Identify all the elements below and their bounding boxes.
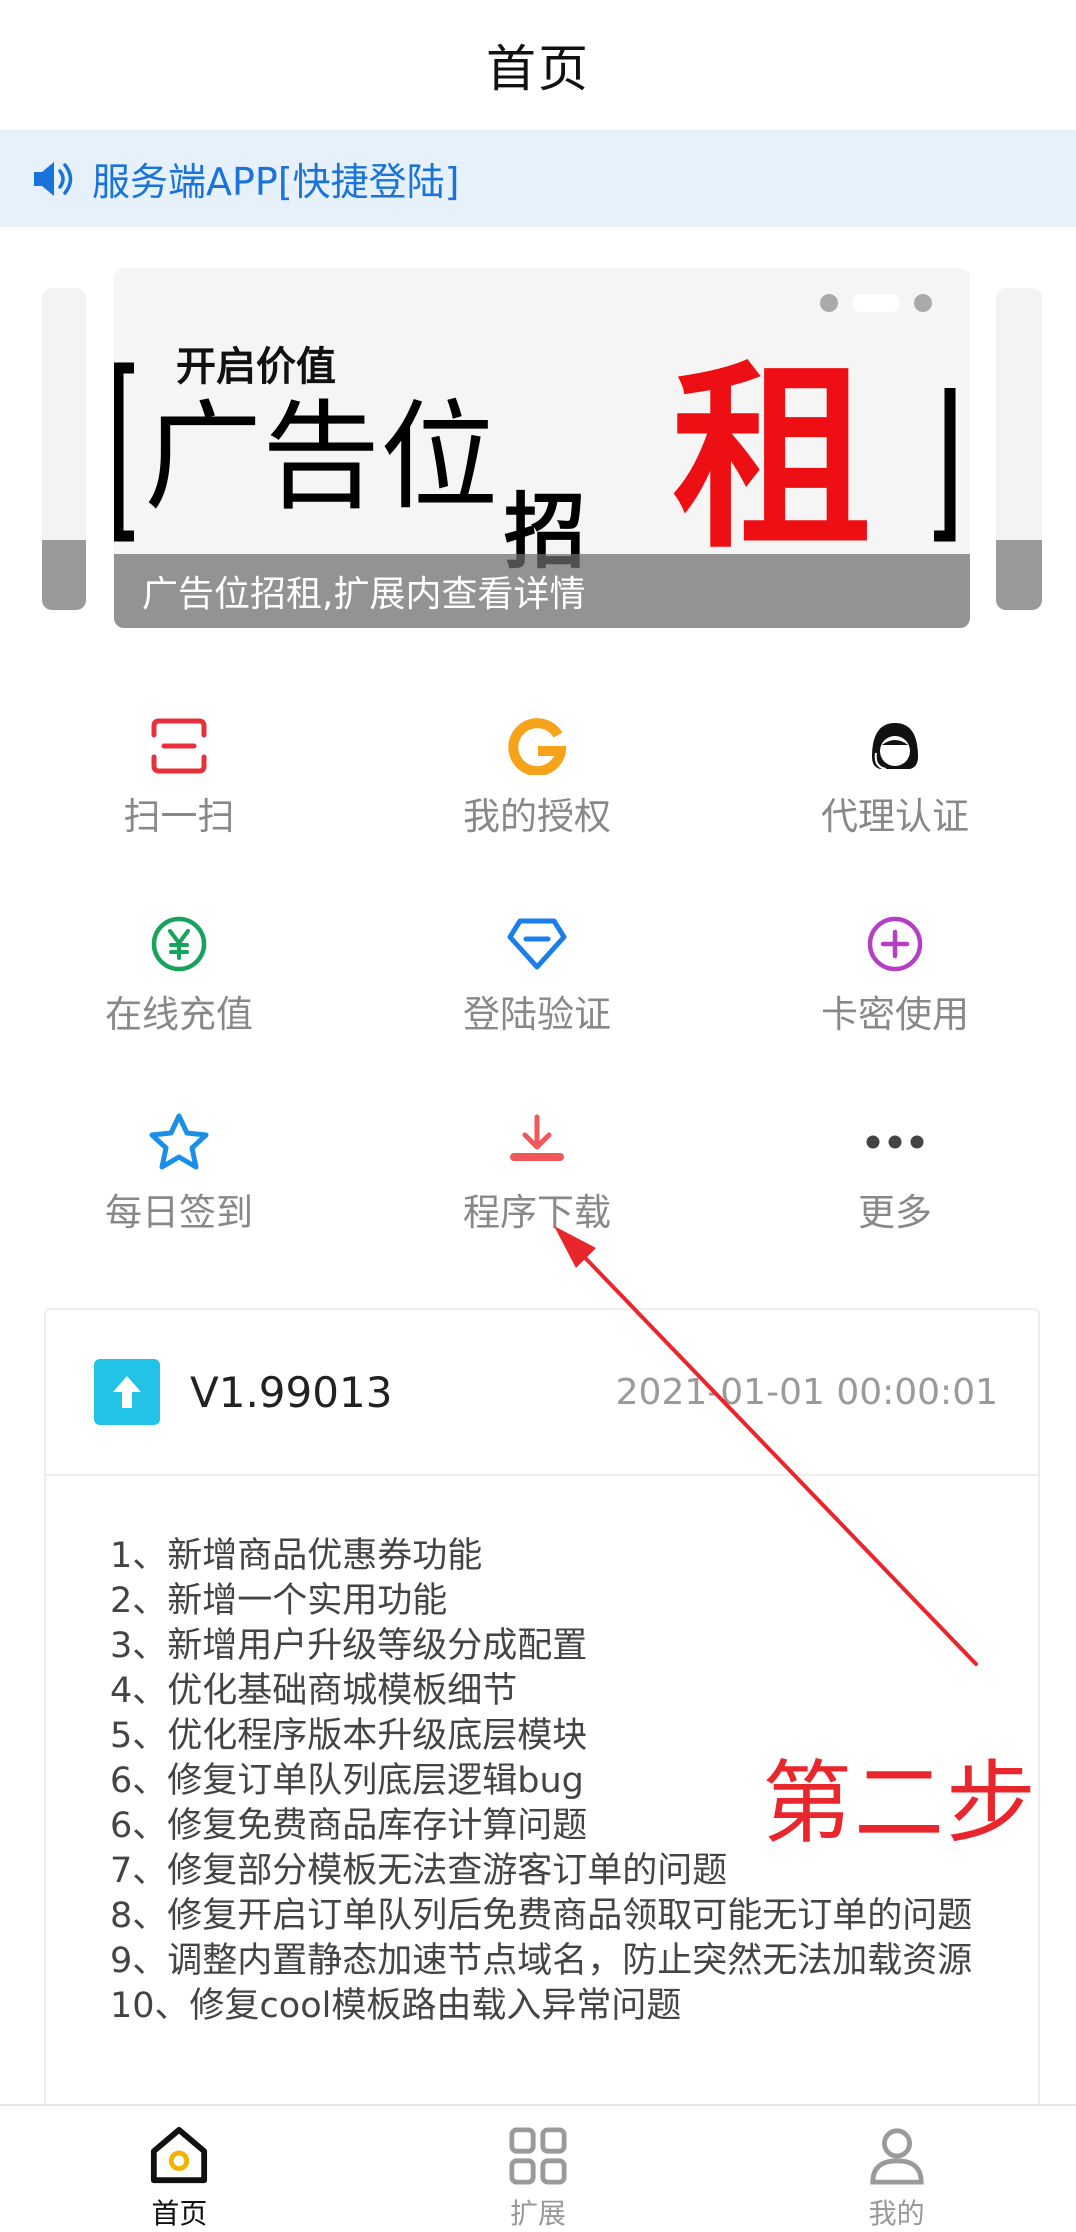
tab-label-extend: 扩展 <box>510 2197 567 2230</box>
annotation-step-label: 第二步 <box>762 1751 1038 1856</box>
release-card: V1.99013 2021-01-01 00:00:01 1、新增商品优惠券功能… <box>44 1308 1040 2108</box>
bottom-tabbar: 首页 扩展 我的 <box>0 2104 1076 2232</box>
grid-label-download: 程序下载 <box>463 1191 611 1234</box>
grid-label-agent-cert: 代理认证 <box>821 795 969 838</box>
home-icon <box>151 2126 208 2184</box>
grid-item-my-auth[interactable]: 我的授权 <box>358 690 716 888</box>
release-header[interactable]: V1.99013 2021-01-01 00:00:01 <box>46 1310 1038 1476</box>
feature-grid: 扫一扫 我的授权 代理认证 在线充值 登陆验证 卡密使用 每日签到 程序下载 更… <box>0 690 1076 1284</box>
tab-extend[interactable]: 扩展 <box>359 2106 718 2232</box>
tab-home[interactable]: 首页 <box>0 2106 359 2232</box>
grid-item-scan[interactable]: 扫一扫 <box>0 690 358 888</box>
banner-caption: 广告位招租,扩展内查看详情 <box>114 554 970 628</box>
scan-icon <box>151 718 207 774</box>
speaker-icon <box>34 161 73 196</box>
banner-headline-zu: 租 <box>672 343 872 576</box>
release-note: 2、新增一个实用功能 <box>110 1581 448 1621</box>
grid-label-my-auth: 我的授权 <box>463 795 611 838</box>
release-note: 8、修复开启订单队列后免费商品领取可能无订单的问题 <box>110 1896 973 1936</box>
grid-item-agent-cert[interactable]: 代理认证 <box>716 690 1074 888</box>
grid-item-login-verify[interactable]: 登陆验证 <box>358 888 716 1086</box>
grid-label-login-verify: 登陆验证 <box>463 993 611 1036</box>
grid-item-checkin[interactable]: 每日签到 <box>0 1086 358 1284</box>
grid-label-scan: 扫一扫 <box>123 795 235 838</box>
more-icon <box>866 1135 924 1149</box>
page-title: 首页 <box>486 40 590 98</box>
user-icon <box>870 2128 924 2185</box>
tab-label-home: 首页 <box>151 2197 208 2230</box>
release-note: 10、修复cool模板路由载入异常问题 <box>110 1986 682 2026</box>
grid-label-recharge: 在线充值 <box>105 993 253 1036</box>
grid-item-download[interactable]: 程序下载 <box>358 1086 716 1284</box>
grid-item-recharge[interactable]: 在线充值 <box>0 888 358 1086</box>
release-note: 1、新增商品优惠券功能 <box>110 1536 483 1576</box>
banner-prev-slide[interactable] <box>42 288 86 610</box>
banner-tag: 开启价值 <box>176 344 336 390</box>
grid-item-card-use[interactable]: 卡密使用 <box>716 888 1074 1086</box>
grid-icon <box>509 2127 567 2185</box>
plus-circle-icon <box>867 916 923 972</box>
release-note: 9、调整内置静态加速节点域名，防止突然无法加载资源 <box>110 1941 973 1981</box>
tab-mine[interactable]: 我的 <box>717 2106 1076 2232</box>
carousel-indicators <box>820 294 932 312</box>
banner-headline-main: 广告位 <box>144 388 498 526</box>
release-date: 2021-01-01 00:00:01 <box>615 1371 998 1413</box>
star-icon <box>149 1113 209 1170</box>
notice-text: 服务端APP[快捷登陆] <box>92 160 460 204</box>
grid-label-card-use: 卡密使用 <box>821 993 969 1036</box>
tab-label-mine: 我的 <box>868 2197 925 2230</box>
agent-avatar-icon <box>872 723 918 770</box>
release-note: 4、优化基础商城模板细节 <box>110 1671 518 1711</box>
banner-carousel[interactable]: 开启价值 广告位 招 租 广告位招租,扩展内查看详情 <box>42 268 1042 628</box>
app-screen: 首页 服务端APP[快捷登陆] 开启价值 广告位 招 租 广告位招租,扩展内查看… <box>0 0 1076 2232</box>
carousel-dot-active[interactable] <box>852 294 900 312</box>
carousel-dot[interactable] <box>914 294 932 312</box>
grid-item-more[interactable]: 更多 <box>716 1086 1074 1284</box>
banner-next-slide[interactable] <box>996 288 1042 610</box>
release-note: 3、新增用户升级等级分成配置 <box>110 1626 588 1666</box>
yuan-icon <box>151 916 207 972</box>
diamond-icon <box>507 918 567 970</box>
grid-label-checkin: 每日签到 <box>105 1191 253 1234</box>
app-update-icon <box>94 1359 160 1425</box>
notice-bar[interactable]: 服务端APP[快捷登陆] <box>0 130 1076 227</box>
download-icon <box>510 1114 564 1161</box>
carousel-dot[interactable] <box>820 294 838 312</box>
g-logo-icon <box>508 718 566 775</box>
banner-slide[interactable]: 开启价值 广告位 招 租 广告位招租,扩展内查看详情 <box>114 268 970 628</box>
grid-label-more: 更多 <box>858 1191 932 1234</box>
release-version: V1.99013 <box>190 1367 393 1417</box>
